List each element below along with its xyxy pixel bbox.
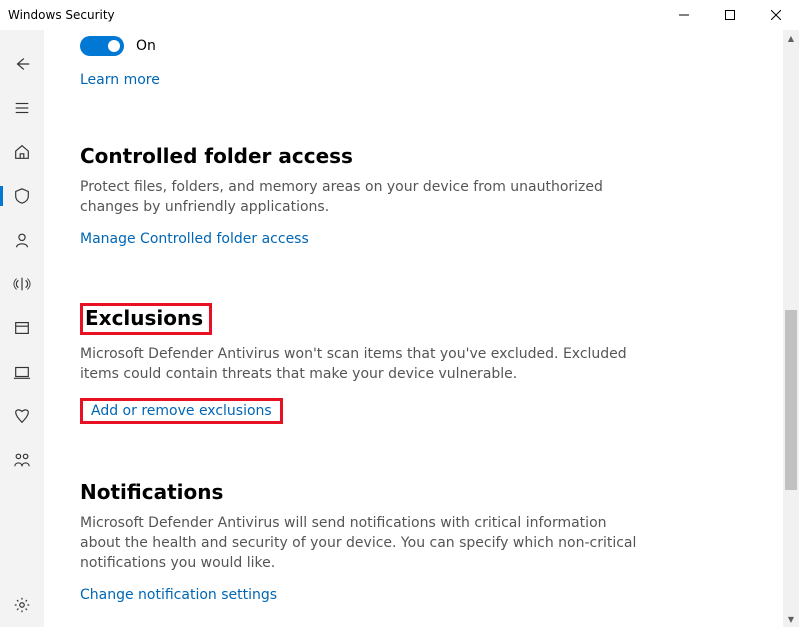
window-controls <box>661 0 799 30</box>
sidebar-item-device-performance[interactable] <box>0 394 44 438</box>
exclusions-link-highlight: Add or remove exclusions <box>80 398 283 424</box>
toggle-label: On <box>136 38 156 54</box>
notifications-desc: Microsoft Defender Antivirus will send n… <box>80 514 640 573</box>
add-remove-exclusions-link[interactable]: Add or remove exclusions <box>91 403 272 419</box>
sidebar-item-device-security[interactable] <box>0 350 44 394</box>
scroll-down-arrow[interactable]: ▼ <box>783 611 799 627</box>
window-title: Windows Security <box>8 8 115 22</box>
minimize-button[interactable] <box>661 0 707 30</box>
exclusions-desc: Microsoft Defender Antivirus won't scan … <box>80 345 640 384</box>
exclusions-title: Exclusions <box>85 306 203 330</box>
exclusions-highlight: Exclusions <box>80 303 212 335</box>
back-button[interactable] <box>0 42 44 86</box>
sidebar-item-home[interactable] <box>0 130 44 174</box>
sidebar-item-virus-protection[interactable] <box>0 174 44 218</box>
scroll-up-arrow[interactable]: ▲ <box>783 30 799 46</box>
sidebar-item-firewall[interactable] <box>0 262 44 306</box>
controlled-folder-title: Controlled folder access <box>80 144 779 168</box>
manage-controlled-folder-link[interactable]: Manage Controlled folder access <box>80 231 309 247</box>
toggle-switch[interactable] <box>80 36 124 56</box>
maximize-button[interactable] <box>707 0 753 30</box>
scrollbar-thumb[interactable] <box>785 310 797 490</box>
titlebar: Windows Security <box>0 0 799 30</box>
scrollbar[interactable]: ▲ ▼ <box>783 30 799 627</box>
sidebar-item-app-browser[interactable] <box>0 306 44 350</box>
sidebar-item-account-protection[interactable] <box>0 218 44 262</box>
menu-button[interactable] <box>0 86 44 130</box>
notifications-title: Notifications <box>80 480 779 504</box>
sidebar <box>0 30 44 627</box>
main-content: On Learn more Controlled folder access P… <box>44 30 799 627</box>
change-notification-settings-link[interactable]: Change notification settings <box>80 587 277 603</box>
close-button[interactable] <box>753 0 799 30</box>
controlled-folder-desc: Protect files, folders, and memory areas… <box>80 178 640 217</box>
sidebar-item-settings[interactable] <box>0 583 44 627</box>
sidebar-item-family-options[interactable] <box>0 438 44 482</box>
learn-more-link[interactable]: Learn more <box>80 72 160 88</box>
